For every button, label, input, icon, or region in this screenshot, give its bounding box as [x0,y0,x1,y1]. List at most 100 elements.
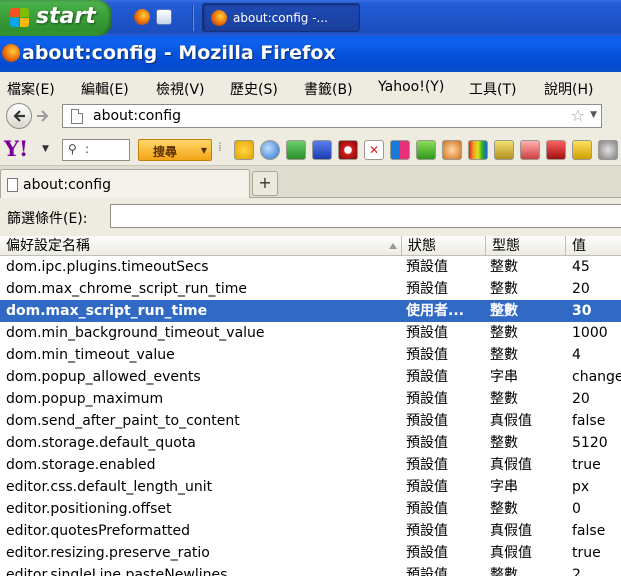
search-dropdown-icon: ▼ [200,146,207,155]
table-row[interactable]: editor.positioning.offset 預設值 整數 0 [0,498,621,520]
pref-name-cell: editor.positioning.offset [6,501,172,517]
table-row[interactable]: dom.popup_maximum 預設值 整數 20 [0,388,621,410]
pref-value-cell: false [572,413,606,429]
menu-yahoo[interactable]: Yahoo!(Y) [378,79,444,95]
firefox-icon [211,10,227,26]
menu-edit[interactable]: 編輯(E) [81,79,129,99]
avatar-face-icon[interactable] [442,140,462,160]
music-icon[interactable] [494,140,514,160]
pref-type-cell: 整數 [490,567,518,576]
table-row[interactable]: dom.storage.enabled 預設值 真假值 true [0,454,621,476]
table-row[interactable]: dom.popup_allowed_events 預設值 字串 change [0,366,621,388]
pref-value-cell: px [572,479,590,495]
menu-tools[interactable]: 工具(T) [469,79,516,99]
pref-status-cell: 預設值 [406,501,448,517]
filter-input[interactable] [110,204,621,228]
firefox-quicklaunch-icon[interactable] [134,9,150,25]
menu-help[interactable]: 說明(H) [544,79,593,99]
column-header-value[interactable]: 值 [566,236,621,256]
yahoo-search-input[interactable]: ⚲ : [62,139,130,161]
flickr-icon[interactable] [390,140,410,160]
yahoo-search-button[interactable]: 搜尋 ▼ [138,139,212,161]
globe-icon[interactable] [260,140,280,160]
start-button[interactable]: start [0,0,112,36]
yahoo-search-button-label: 搜尋 [153,145,178,159]
plus-icon: + [258,173,272,192]
pref-name-cell: dom.min_timeout_value [6,347,175,363]
pref-type-cell: 字串 [490,369,518,385]
table-row[interactable]: dom.storage.default_quota 預設值 整數 5120 [0,432,621,454]
forward-button[interactable] [34,107,52,125]
tab-about-config[interactable]: about:config [0,169,250,198]
pref-name-cell: editor.resizing.preserve_ratio [6,545,210,561]
pencil-icon[interactable] [572,140,592,160]
table-row[interactable]: editor.css.default_length_unit 預設值 字串 px [0,476,621,498]
pref-type-cell: 真假值 [490,413,532,429]
pref-name-cell: dom.send_after_paint_to_content [6,413,240,429]
table-row[interactable]: editor.quotesPreformatted 預設值 真假值 false [0,520,621,542]
ie-quicklaunch-icon[interactable] [156,9,172,25]
table-row[interactable]: dom.send_after_paint_to_content 預設值 真假值 fal… [0,410,621,432]
pref-type-cell: 真假值 [490,523,532,539]
column-header-type[interactable]: 型態 [486,236,566,256]
game-icon[interactable] [520,140,540,160]
pref-name-cell: dom.max_chrome_script_run_time [6,281,248,297]
column-header-label: 狀態 [408,238,436,254]
green-tool-icon[interactable] [286,140,306,160]
settings-icon[interactable] [598,140,618,160]
pref-status-cell: 預設值 [406,545,448,561]
pref-value-cell: true [572,457,601,473]
blue-box-icon[interactable] [312,140,332,160]
back-button[interactable] [6,103,32,129]
table-row[interactable]: dom.max_script_run_time 使用者... 整數 30 [0,300,621,322]
column-header-name[interactable]: 偏好設定名稱 [0,236,402,256]
filter-row: 篩選條件(E): [0,198,621,236]
red-x-icon[interactable]: ✕ [364,140,384,160]
table-body: dom.ipc.plugins.timeoutSecs 預設值 整數 45 dom.ma… [0,256,621,576]
search-icon: ⚲ [68,142,77,156]
table-row[interactable]: dom.ipc.plugins.timeoutSecs 預設值 整數 45 [0,256,621,278]
menu-history[interactable]: 歷史(S) [230,79,278,99]
column-header-status[interactable]: 狀態 [402,236,486,256]
table-header: 偏好設定名稱 狀態 型態 值 [0,236,621,256]
table-row[interactable]: dom.max_chrome_script_run_time 預設值 整數 20 [0,278,621,300]
pref-name-cell: dom.max_script_run_time [6,303,208,319]
pref-value-cell: false [572,523,606,539]
pref-type-cell: 整數 [490,325,518,341]
table-row[interactable]: dom.min_background_timeout_value 預設值 整數 100… [0,322,621,344]
table-row[interactable]: editor.resizing.preserve_ratio 預設值 真假值 true [0,542,621,564]
red-cards-icon[interactable] [546,140,566,160]
url-bar[interactable]: about:config ☆ ▼ [62,104,602,128]
pref-status-cell: 預設值 [406,567,448,576]
pref-name-cell: editor.css.default_length_unit [6,479,213,495]
rainbow-icon[interactable] [468,140,488,160]
chat-bubble-icon[interactable] [416,140,436,160]
pref-status-cell: 使用者... [406,303,464,319]
start-label: start [36,4,96,29]
table-row[interactable]: dom.min_timeout_value 預設值 整數 4 [0,344,621,366]
table-row[interactable]: editor.singleLine.pasteNewlines 預設值 整數 2 [0,564,621,576]
menu-bookmarks[interactable]: 書籤(B) [304,79,353,99]
url-dropdown-icon[interactable]: ▼ [590,110,597,120]
pref-name-cell: dom.popup_maximum [6,391,164,407]
pref-status-cell: 預設值 [406,523,448,539]
menu-file[interactable]: 檔案(E) [7,79,55,99]
pref-type-cell: 整數 [490,347,518,363]
menu-view[interactable]: 檢視(V) [156,79,205,99]
bookmark-star-icon[interactable]: ☆ [571,106,585,125]
mail-face-icon[interactable] [234,140,254,160]
windows-flag-icon [10,8,30,28]
arrow-left-icon [13,110,25,122]
new-tab-button[interactable]: + [252,171,278,196]
eye-icon[interactable] [338,140,358,160]
task-button-label: about:config -... [233,11,328,25]
window-titlebar[interactable]: about:config - Mozilla Firefox [0,36,621,72]
task-button-firefox[interactable]: about:config -... [202,3,360,32]
yahoo-menu-dropdown-icon[interactable]: ▼ [42,144,49,154]
pref-value-cell: 1000 [572,325,608,341]
page-icon [71,109,83,124]
pref-status-cell: 預設值 [406,259,448,275]
column-header-label: 偏好設定名稱 [6,238,90,254]
sort-arrow-icon [389,243,397,249]
yahoo-logo[interactable]: Y! [4,136,28,161]
